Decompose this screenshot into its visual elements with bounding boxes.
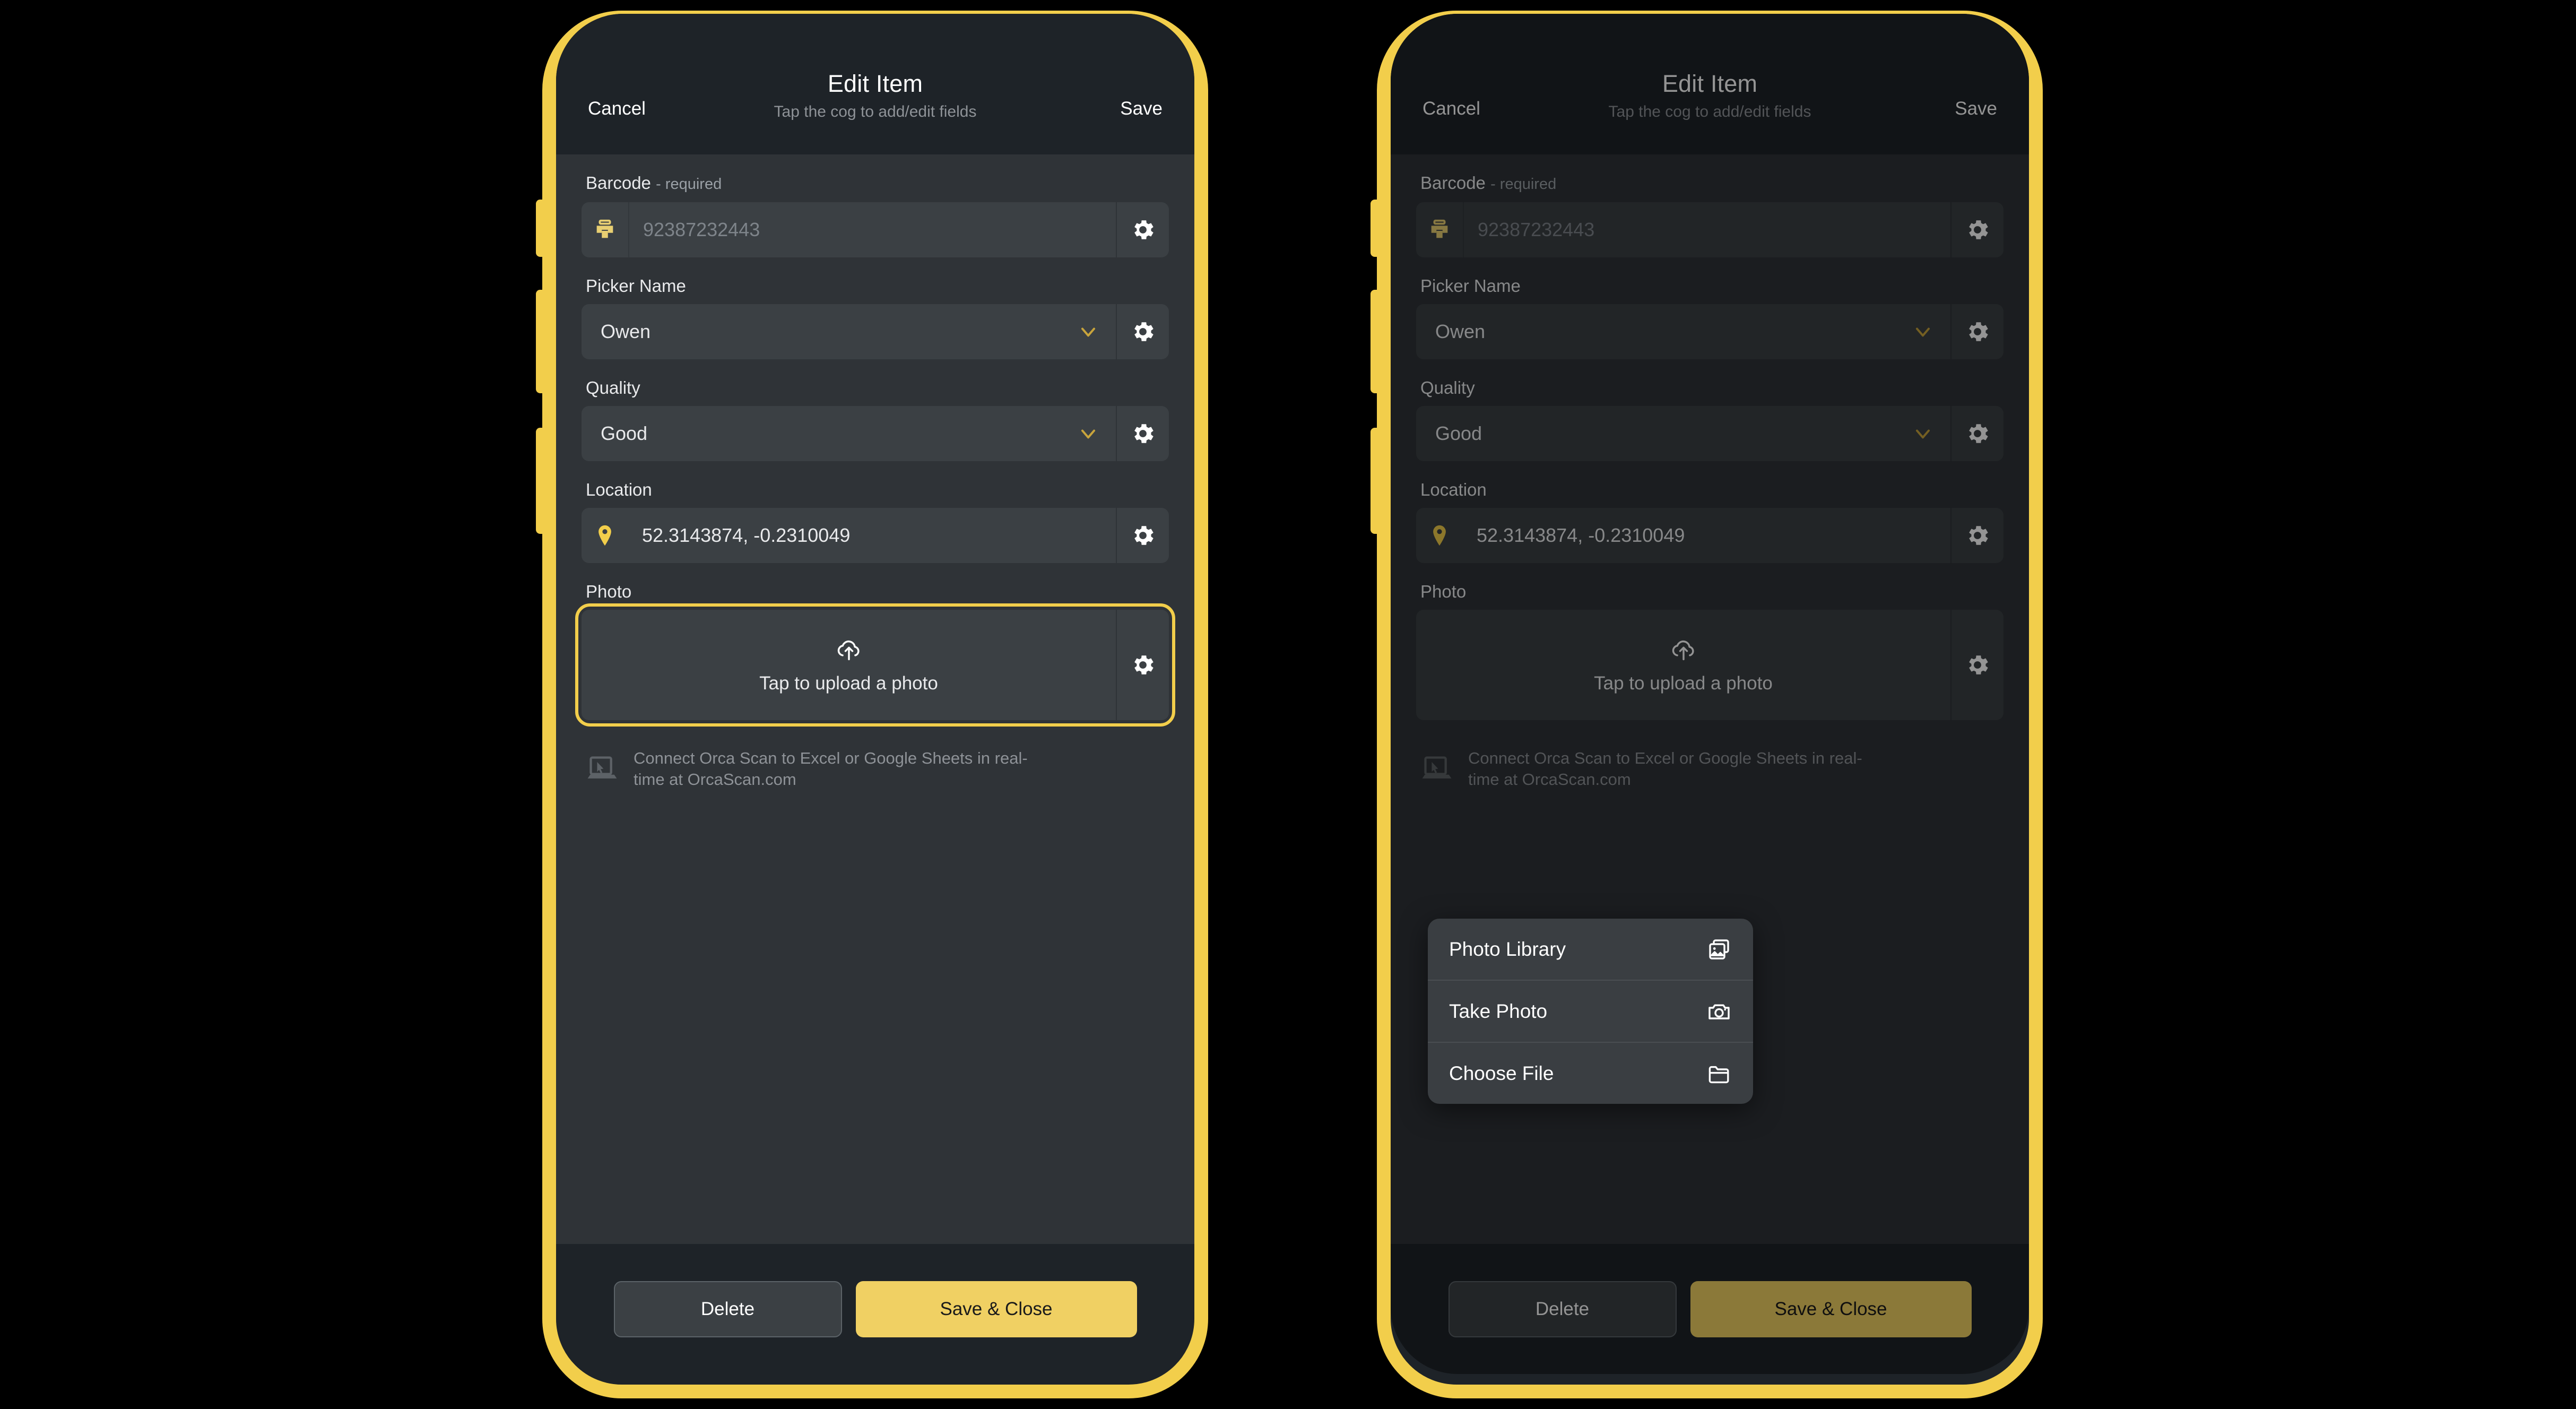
- phone-side-button-silent[interactable]: [536, 200, 557, 257]
- app-header: Edit Item Tap the cog to add/edit fields…: [556, 14, 1194, 154]
- barcode-scanner-icon[interactable]: [582, 202, 629, 257]
- modal-overlay[interactable]: [1391, 14, 2029, 1374]
- quality-row: Good: [582, 406, 1169, 461]
- barcode-input[interactable]: 92387232443: [582, 202, 1116, 257]
- photo-gear-icon[interactable]: [1117, 610, 1169, 720]
- location-input[interactable]: 52.3143874, -0.2310049: [582, 508, 1116, 563]
- picker-name-gear-icon[interactable]: [1117, 304, 1169, 359]
- form-body: Barcode - required 92387232443 Picker Na…: [556, 154, 1194, 1244]
- location-row: 52.3143874, -0.2310049: [582, 508, 1169, 563]
- page-subtitle: Tap the cog to add/edit fields: [774, 103, 977, 120]
- menu-item-photo-library[interactable]: Photo Library: [1428, 919, 1753, 980]
- barcode-value: 92387232443: [643, 219, 760, 240]
- location-gear-icon[interactable]: [1117, 508, 1169, 563]
- folder-icon: [1706, 1061, 1732, 1086]
- phone-side-button-volume-up[interactable]: [536, 290, 557, 393]
- menu-item-label: Photo Library: [1449, 938, 1566, 960]
- barcode-gear-icon[interactable]: [1117, 202, 1169, 257]
- laptop-cursor-icon: [586, 755, 619, 783]
- phone-mockup-right: Edit Item Tap the cog to add/edit fields…: [1371, 0, 2043, 1409]
- photo-source-menu: Photo Library Take Photo Choose File: [1428, 919, 1753, 1104]
- photo-upload-text: Tap to upload a photo: [759, 673, 938, 694]
- phone-side-button-volume-down[interactable]: [1371, 428, 1392, 534]
- barcode-label-text: Barcode: [586, 173, 651, 193]
- quality-gear-icon[interactable]: [1117, 406, 1169, 461]
- promo-text: Connect Orca Scan to Excel or Google She…: [634, 749, 1028, 789]
- save-button[interactable]: Save: [1120, 98, 1163, 119]
- phone-side-button-volume-up[interactable]: [1371, 290, 1392, 393]
- picker-name-row: Owen: [582, 304, 1169, 359]
- menu-item-take-photo[interactable]: Take Photo: [1428, 980, 1753, 1042]
- menu-item-label: Choose File: [1449, 1062, 1554, 1084]
- promo-banner[interactable]: Connect Orca Scan to Excel or Google She…: [582, 720, 1169, 790]
- picker-name-value: Owen: [601, 321, 651, 342]
- menu-item-choose-file[interactable]: Choose File: [1428, 1042, 1753, 1104]
- phone-screen: Edit Item Tap the cog to add/edit fields…: [556, 14, 1194, 1374]
- delete-button[interactable]: Delete: [613, 1281, 842, 1337]
- save-close-button[interactable]: Save & Close: [855, 1281, 1137, 1337]
- phone-side-button-silent[interactable]: [1371, 200, 1392, 257]
- map-pin-icon[interactable]: [582, 508, 628, 563]
- quality-select[interactable]: Good: [582, 406, 1116, 461]
- cancel-button[interactable]: Cancel: [588, 98, 646, 119]
- photo-upload-area[interactable]: Tap to upload a photo: [582, 610, 1116, 720]
- picker-name-select[interactable]: Owen: [582, 304, 1116, 359]
- photo-upload-row: Tap to upload a photo: [575, 603, 1175, 727]
- menu-item-label: Take Photo: [1449, 1000, 1548, 1022]
- phone-side-button-volume-down[interactable]: [536, 428, 557, 534]
- picker-name-label: Picker Name: [586, 276, 686, 296]
- page-title: Edit Item: [827, 70, 923, 97]
- location-label: Location: [586, 480, 652, 499]
- photo-label: Photo: [586, 582, 632, 601]
- cloud-upload-icon: [835, 636, 863, 663]
- footer-actions: Delete Save & Close: [556, 1244, 1194, 1374]
- quality-label: Quality: [586, 378, 640, 397]
- barcode-row: 92387232443: [582, 202, 1169, 257]
- quality-value: Good: [601, 422, 648, 444]
- phone-mockup-left: Edit Item Tap the cog to add/edit fields…: [536, 0, 1208, 1409]
- chevron-down-icon[interactable]: [1077, 422, 1100, 445]
- location-value: 52.3143874, -0.2310049: [642, 524, 851, 546]
- screenshot-stage: Edit Item Tap the cog to add/edit fields…: [0, 0, 2576, 1409]
- barcode-required-text: - required: [656, 176, 722, 193]
- phone-screen: Edit Item Tap the cog to add/edit fields…: [1391, 14, 2029, 1374]
- chevron-down-icon[interactable]: [1077, 320, 1100, 343]
- barcode-label: Barcode - required: [582, 154, 1169, 202]
- photo-library-icon: [1706, 937, 1732, 962]
- camera-icon: [1706, 999, 1732, 1024]
